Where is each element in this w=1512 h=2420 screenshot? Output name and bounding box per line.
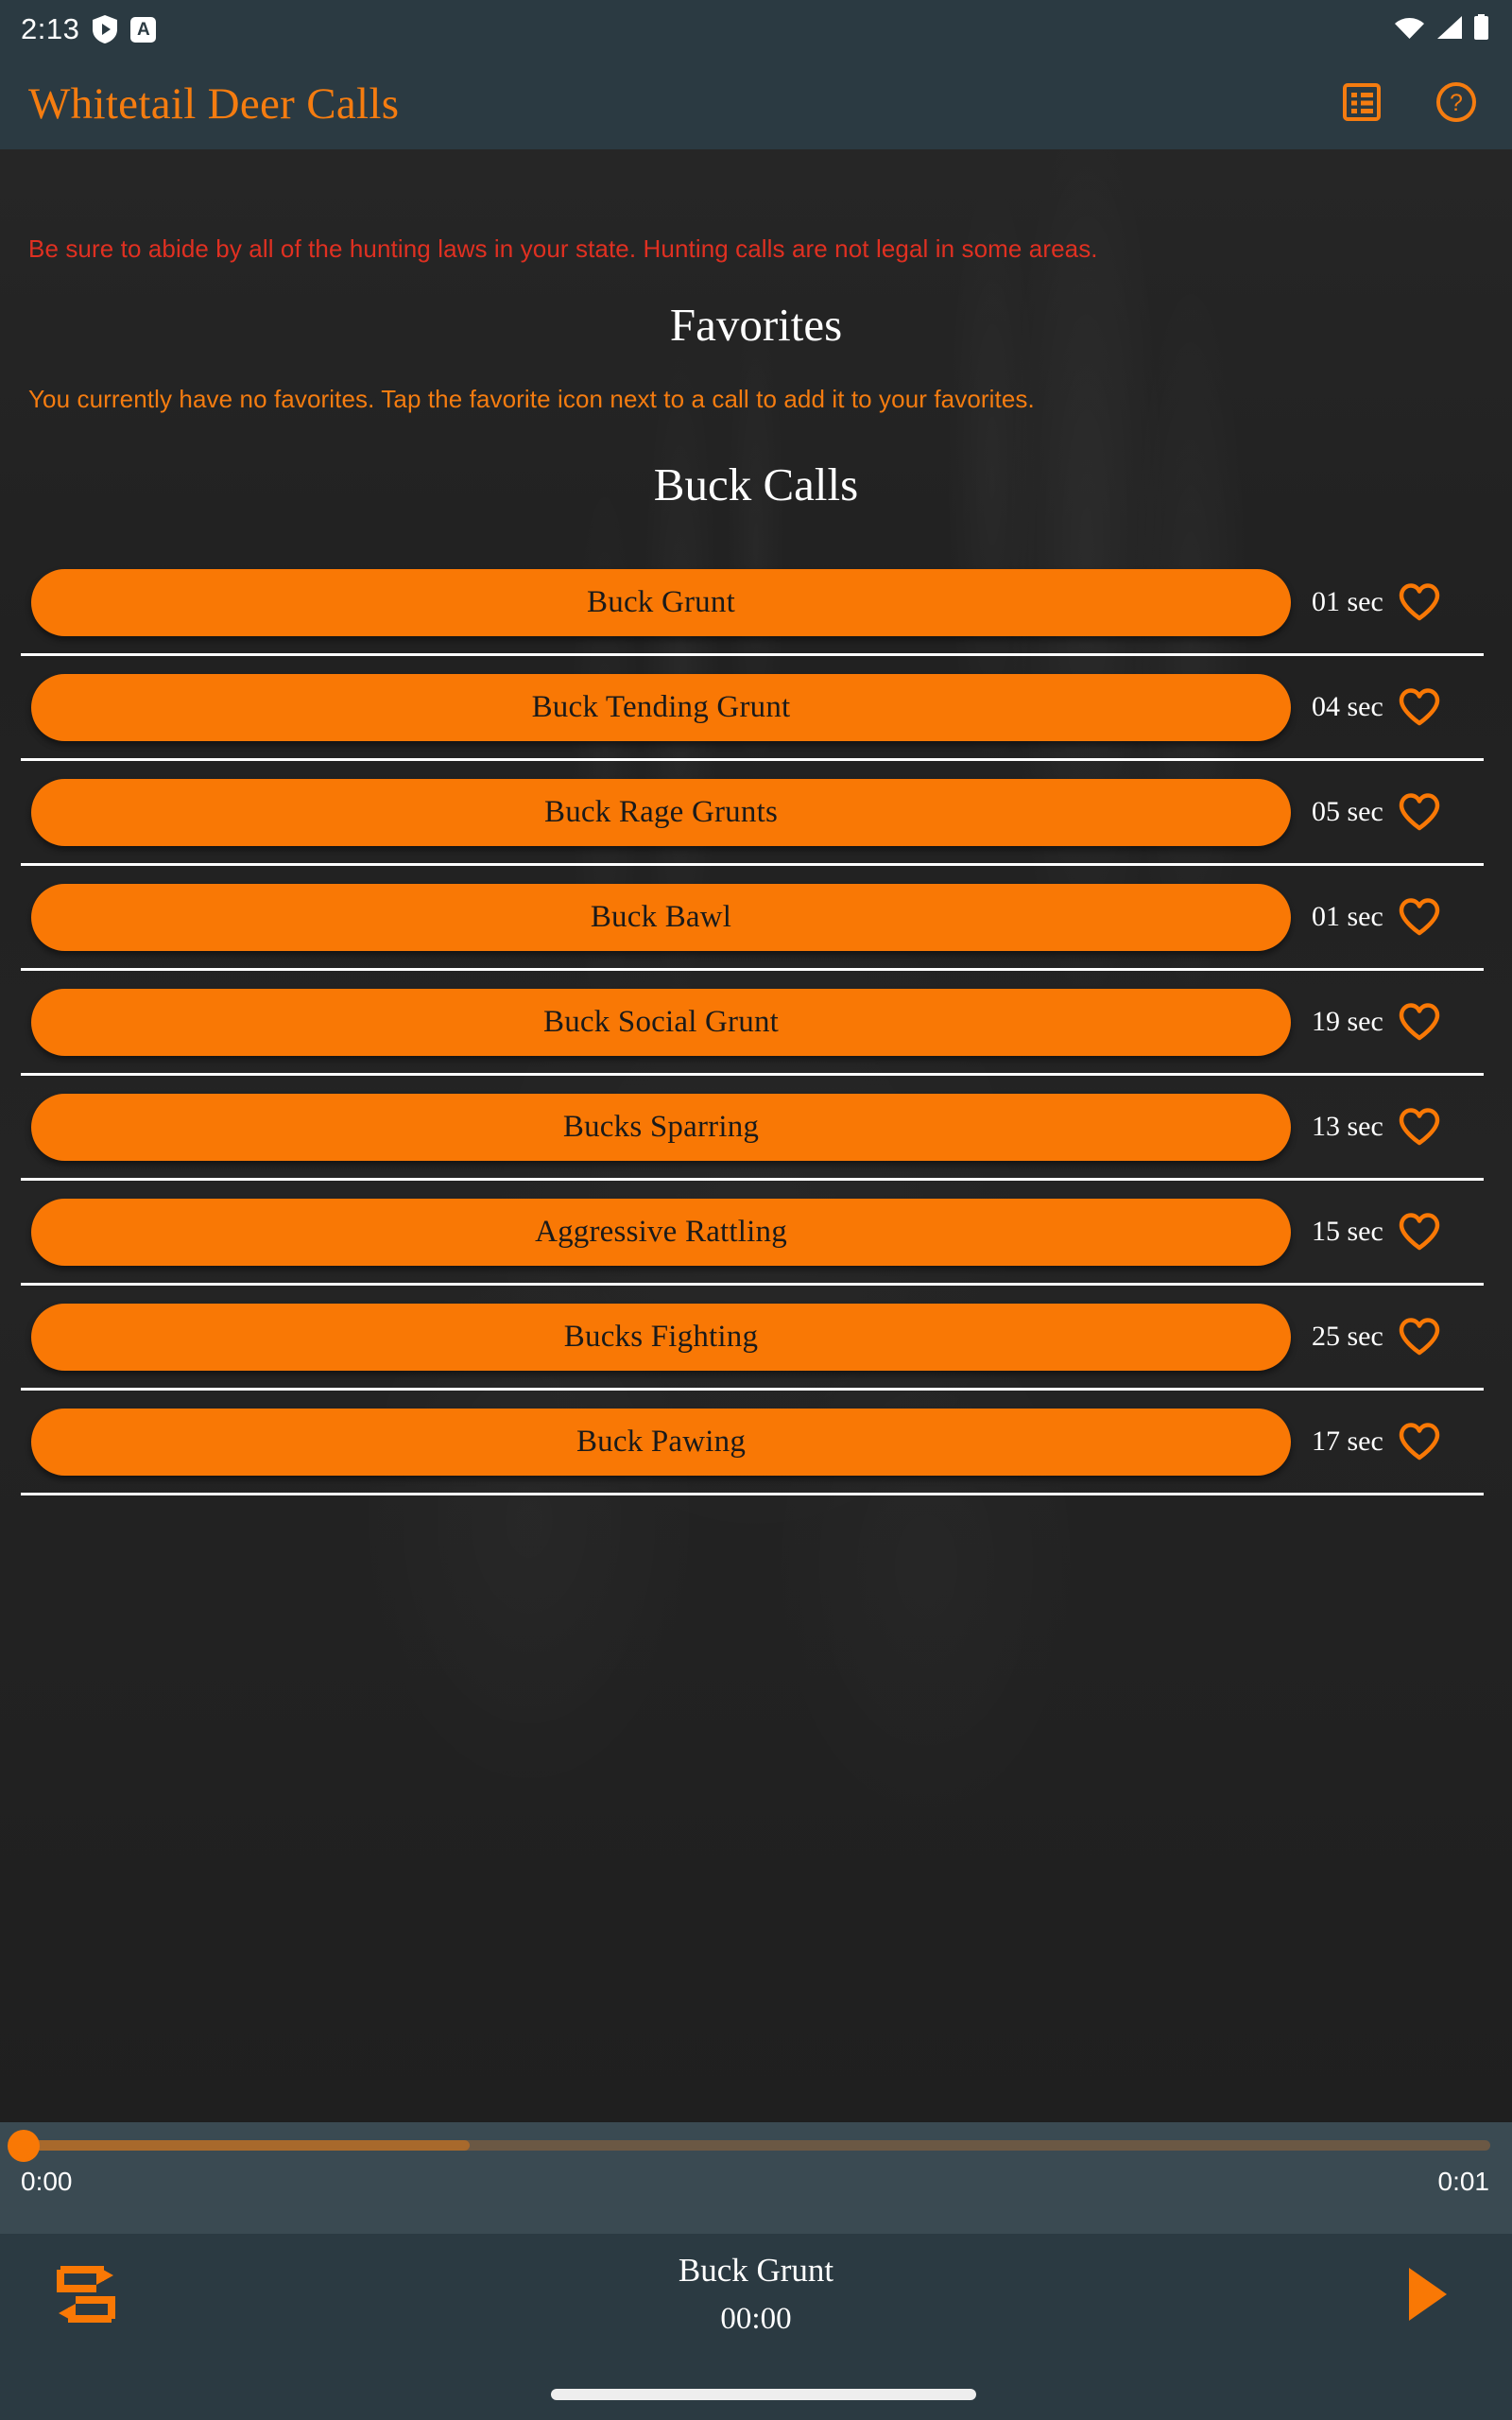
assistant-a-icon: A xyxy=(130,16,157,43)
now-playing-title: Buck Grunt xyxy=(678,2252,834,2289)
help-circle-icon: ? xyxy=(1435,81,1477,128)
call-row: Buck Social Grunt 19 sec xyxy=(0,971,1512,1073)
call-duration-label: 13 sec xyxy=(1312,1111,1383,1142)
play-call-button[interactable]: Bucks Fighting xyxy=(31,1303,1291,1371)
play-button[interactable] xyxy=(1394,2262,1460,2330)
no-favorites-message: You currently have no favorites. Tap the… xyxy=(28,385,1035,413)
call-duration-label: 01 sec xyxy=(1312,901,1383,932)
elapsed-time-label: 0:00 xyxy=(21,2167,73,2196)
play-call-button[interactable]: Aggressive Rattling xyxy=(31,1198,1291,1266)
cellular-signal-icon xyxy=(1435,15,1463,44)
favorites-heading: Favorites xyxy=(669,299,843,351)
call-row: Aggressive Rattling 15 sec xyxy=(0,1181,1512,1283)
call-duration-label: 05 sec xyxy=(1312,796,1383,827)
status-bar-left: 2:13 A xyxy=(21,12,157,46)
now-playing-info: Buck Grunt 00:00 xyxy=(0,2250,1512,2337)
call-duration-label: 15 sec xyxy=(1312,1216,1383,1247)
call-row: Bucks Sparring 13 sec xyxy=(0,1076,1512,1178)
favorite-heart-icon[interactable] xyxy=(1399,686,1440,728)
home-indicator[interactable] xyxy=(551,2389,976,2400)
call-duration-label: 04 sec xyxy=(1312,691,1383,722)
call-row: Buck Rage Grunts 05 sec xyxy=(0,761,1512,863)
call-duration-label: 25 sec xyxy=(1312,1321,1383,1352)
play-call-button[interactable]: Buck Social Grunt xyxy=(31,988,1291,1056)
seek-progress-fill xyxy=(11,2140,471,2151)
status-bar-right xyxy=(1394,14,1489,44)
call-duration-label: 19 sec xyxy=(1312,1006,1383,1037)
call-row: Bucks Fighting 25 sec xyxy=(0,1286,1512,1388)
call-duration-label: 01 sec xyxy=(1312,586,1383,617)
favorite-heart-icon[interactable] xyxy=(1399,1001,1440,1043)
call-duration-label: 17 sec xyxy=(1312,1426,1383,1457)
play-call-button[interactable]: Buck Pawing xyxy=(31,1408,1291,1476)
favorite-heart-icon[interactable] xyxy=(1399,896,1440,938)
seek-slider[interactable] xyxy=(11,2140,1490,2151)
page-title: Whitetail Deer Calls xyxy=(28,79,400,129)
app-bar-actions: ? xyxy=(1340,81,1478,128)
total-time-label: 0:01 xyxy=(1437,2167,1490,2196)
calls-list: Buck Grunt 01 sec Buck Tending Grunt 04 sec… xyxy=(0,551,1512,1495)
app-screen: 2:13 A Whitetail Deer Calls ? Be sure to… xyxy=(0,0,1512,2420)
seek-slider-thumb[interactable] xyxy=(8,2130,40,2162)
wifi-icon xyxy=(1394,15,1425,44)
svg-text:?: ? xyxy=(1450,90,1463,116)
shield-play-icon xyxy=(93,15,118,43)
play-call-button[interactable]: Bucks Sparring xyxy=(31,1093,1291,1161)
battery-icon xyxy=(1473,14,1489,44)
call-row: Buck Bawl 01 sec xyxy=(0,866,1512,968)
seek-panel: 0:00 0:01 xyxy=(0,2122,1512,2234)
buck-calls-heading: Buck Calls xyxy=(653,458,859,510)
call-row: Buck Pawing 17 sec xyxy=(0,1391,1512,1493)
row-divider xyxy=(21,1493,1484,1495)
favorite-heart-icon[interactable] xyxy=(1399,1211,1440,1253)
play-call-button[interactable]: Buck Bawl xyxy=(31,883,1291,951)
list-icon xyxy=(1342,82,1382,127)
call-row: Buck Tending Grunt 04 sec xyxy=(0,656,1512,758)
play-call-button[interactable]: Buck Tending Grunt xyxy=(31,673,1291,741)
favorite-heart-icon[interactable] xyxy=(1399,1316,1440,1357)
play-call-button[interactable]: Buck Grunt xyxy=(31,568,1291,636)
status-bar-clock: 2:13 xyxy=(21,12,80,45)
favorite-heart-icon[interactable] xyxy=(1399,1421,1440,1462)
app-bar: Whitetail Deer Calls ? xyxy=(0,59,1512,149)
favorite-heart-icon[interactable] xyxy=(1399,791,1440,833)
play-call-button[interactable]: Buck Rage Grunts xyxy=(31,778,1291,846)
favorite-heart-icon[interactable] xyxy=(1399,1106,1440,1148)
help-button[interactable]: ? xyxy=(1435,81,1478,128)
now-playing-time: 00:00 xyxy=(720,2301,792,2336)
legal-disclaimer: Be sure to abide by all of the hunting l… xyxy=(28,234,1098,263)
content-scroll-area[interactable]: Be sure to abide by all of the hunting l… xyxy=(0,149,1512,2122)
favorite-heart-icon[interactable] xyxy=(1399,581,1440,623)
status-bar: 2:13 A xyxy=(0,0,1512,59)
list-view-button[interactable] xyxy=(1340,82,1383,126)
play-icon xyxy=(1405,2267,1449,2326)
call-row: Buck Grunt 01 sec xyxy=(0,551,1512,653)
